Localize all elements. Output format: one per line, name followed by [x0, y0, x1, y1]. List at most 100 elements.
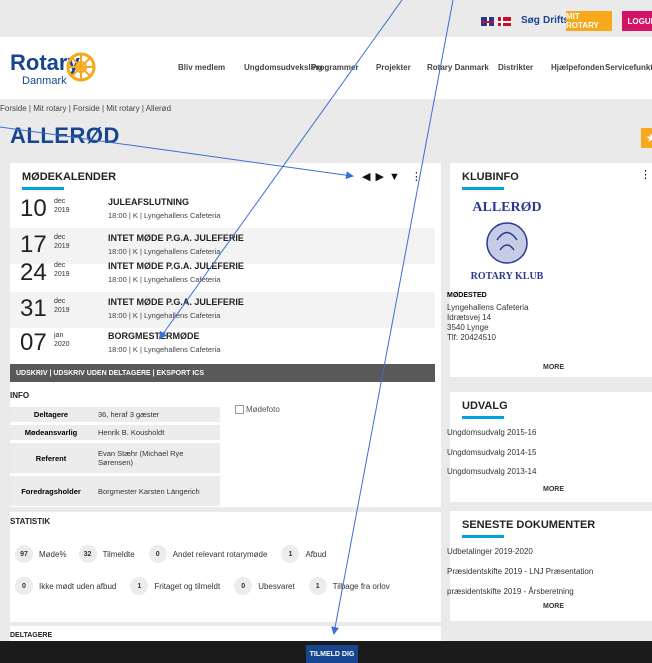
stat-count: 0: [234, 577, 253, 595]
event-title[interactable]: JULEAFSLUTNING: [108, 197, 189, 207]
brand-logo-subtitle: Danmark: [22, 75, 67, 87]
event-day: 31: [20, 295, 47, 322]
event-month: dec: [54, 298, 66, 305]
heading-underline: [462, 187, 504, 190]
calendar-controls: ◀ ▶ ▼ ⋮: [362, 170, 422, 184]
document-item[interactable]: Præsidentskifte 2019 - LNJ Præsentation: [447, 567, 593, 576]
club-logo-bottom-text: ROTARY KLUB: [471, 271, 544, 282]
table-row: Foredragsholder Borgmester Karsten Länge…: [10, 476, 220, 506]
stat-count: 97: [15, 545, 33, 563]
language-switcher: [481, 17, 511, 26]
more-vert-icon[interactable]: ⋮: [640, 168, 651, 181]
filter-icon[interactable]: ▼: [389, 171, 400, 183]
breadcrumb[interactable]: Forside | Mit rotary | Forside | Mit rot…: [0, 104, 171, 113]
klubinfo-more-link[interactable]: MORE: [543, 364, 564, 371]
rotary-wheel-icon[interactable]: [66, 52, 96, 82]
event-title[interactable]: INTET MØDE P.G.A. JULEFERIE: [108, 233, 244, 243]
event-day: 10: [20, 195, 47, 222]
info-heading: INFO: [10, 391, 30, 400]
search-link[interactable]: Søg: [521, 15, 540, 26]
tilmeld-button[interactable]: TILMELD DIG: [306, 645, 358, 663]
nav-bliv-medlem[interactable]: Bliv medlem: [178, 63, 225, 72]
nav-projekter[interactable]: Projekter: [376, 63, 411, 72]
nav-distrikter[interactable]: Distrikter: [498, 63, 533, 72]
stat-label: Ubesvaret: [258, 581, 295, 591]
next-arrow-icon[interactable]: ▶: [375, 170, 383, 183]
event-row[interactable]: 24 dec 2019 INTET MØDE P.G.A. JULEFERIE …: [10, 256, 435, 292]
documents-heading: SENESTE DOKUMENTER: [462, 519, 596, 531]
event-title[interactable]: INTET MØDE P.G.A. JULEFERIE: [108, 297, 244, 307]
udvalg-item[interactable]: Ungdomsudvalg 2015-16: [447, 428, 536, 437]
stats-card: [10, 512, 441, 622]
event-year: 2019: [54, 243, 70, 250]
udvalg-item[interactable]: Ungdomsudvalg 2014-15: [447, 448, 536, 457]
document-item[interactable]: præsidentskifte 2019 - Årsberetning: [447, 587, 574, 596]
stat-label: Ikke mødt uden afbud: [39, 581, 117, 591]
event-month: dec: [54, 198, 66, 205]
info-label: Foredragsholder: [10, 476, 92, 506]
nav-hjaelpefonden[interactable]: Hjælpefonden: [551, 63, 604, 72]
stats-row: 0 Ikke mødt uden afbud 1 Fritaget og til…: [15, 577, 390, 595]
broken-image-icon: [235, 405, 244, 414]
uk-flag-icon[interactable]: [481, 17, 494, 26]
stats-row: 97 Møde% 32 Tilmeldte 0 Andet relevant r…: [15, 545, 326, 563]
event-details: 18:00 | K | Lyngehallens Cafeteria: [108, 345, 221, 354]
event-row[interactable]: 31 dec 2019 INTET MØDE P.G.A. JULEFERIE …: [10, 292, 435, 328]
stat-label: Møde%: [39, 549, 67, 559]
club-address: Lyngehallens Cafeteria Idrætsvej 14 3540…: [447, 303, 529, 343]
address-line: Idrætsvej 14: [447, 313, 492, 322]
event-row[interactable]: 07 jan 2020 BORGMESTERMØDE 18:00 | K | L…: [10, 326, 435, 362]
address-line: 3540 Lynge: [447, 323, 489, 332]
klubinfo-heading: KLUBINFO: [462, 171, 519, 183]
deltagere-heading: DELTAGERE: [10, 632, 53, 639]
star-icon[interactable]: ★: [641, 128, 652, 148]
info-value: Henrik B. Kousholdt: [92, 425, 220, 440]
udvalg-more-link[interactable]: MORE: [543, 486, 564, 493]
event-row[interactable]: 10 dec 2019 JULEAFSLUTNING 18:00 | K | L…: [10, 192, 435, 228]
event-title[interactable]: INTET MØDE P.G.A. JULEFERIE: [108, 261, 244, 271]
document-item[interactable]: Udbetalinger 2019-2020: [447, 547, 533, 556]
address-line: Lyngehallens Cafeteria: [447, 303, 529, 312]
top-bar: Søg Driftsstatus MIT ROTARY LOGUD: [0, 0, 652, 37]
event-title[interactable]: BORGMESTERMØDE: [108, 331, 200, 341]
info-label: Referent: [10, 443, 92, 473]
meeting-photo[interactable]: Mødefoto: [235, 405, 280, 414]
table-row: Deltagere 36, heraf 3 gæster: [10, 407, 220, 422]
stat-label: Andet relevant rotarymøde: [172, 549, 268, 559]
stat-count: 0: [148, 545, 167, 563]
event-details: 18:00 | K | Lyngehallens Cafeteria: [108, 247, 221, 256]
table-row: Referent Evan Stæhr (Michael Rye Sørense…: [10, 443, 220, 473]
event-month: dec: [54, 262, 66, 269]
stat-count: 32: [78, 545, 97, 563]
logout-button[interactable]: LOGUD: [622, 11, 652, 31]
event-month: jan: [54, 332, 64, 339]
nav-servicefunktion[interactable]: Servicefunktion: [605, 63, 652, 72]
event-year: 2020: [54, 341, 70, 348]
info-value: 36, heraf 3 gæster: [92, 407, 220, 422]
nav-rotary-danmark[interactable]: Rotary Danmark: [427, 63, 489, 72]
page-title: ALLERØD: [10, 123, 120, 148]
info-table: Deltagere 36, heraf 3 gæster Mødeansvarl…: [10, 404, 220, 509]
club-logo-top-text: ALLERØD: [472, 200, 541, 215]
calendar-heading: MØDEKALENDER: [22, 171, 117, 183]
documents-more-link[interactable]: MORE: [543, 603, 564, 610]
info-label: Mødeansvarlig: [10, 425, 92, 440]
info-value: Borgmester Karsten Längerich: [92, 476, 220, 506]
event-day: 17: [20, 231, 47, 258]
nav-programmer[interactable]: Programmer: [311, 63, 359, 72]
event-year: 2019: [54, 207, 70, 214]
export-bar[interactable]: UDSKRIV | UDSKRIV UDEN DELTAGERE | EKSPO…: [10, 364, 435, 382]
stat-count: 0: [15, 577, 33, 595]
event-details: 18:00 | K | Lyngehallens Cafeteria: [108, 275, 221, 284]
prev-arrow-icon[interactable]: ◀: [362, 170, 370, 183]
dk-flag-icon[interactable]: [498, 17, 511, 26]
table-row: Mødeansvarlig Henrik B. Kousholdt: [10, 425, 220, 440]
more-vert-icon[interactable]: ⋮: [411, 170, 422, 183]
mit-rotary-button[interactable]: MIT ROTARY: [566, 11, 612, 31]
club-logo: ALLERØD ROTARY KLUB: [471, 200, 544, 282]
udvalg-item[interactable]: Ungdomsudvalg 2013-14: [447, 467, 536, 476]
heading-underline: [462, 535, 504, 538]
event-details: 18:00 | K | Lyngehallens Cafeteria: [108, 211, 221, 220]
info-label: Deltagere: [10, 407, 92, 422]
stat-count: 1: [130, 577, 149, 595]
